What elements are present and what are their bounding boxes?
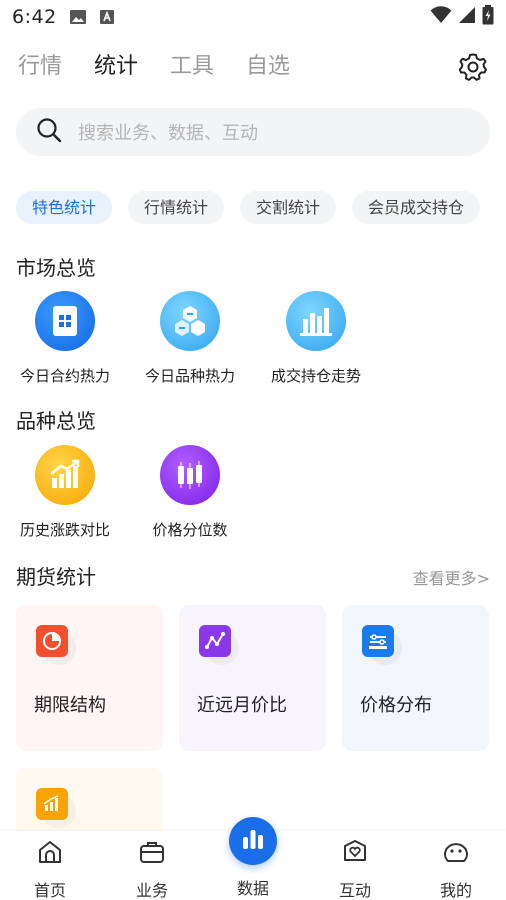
nav-home-label: 首页 xyxy=(33,881,66,900)
volume-trend-icon xyxy=(286,291,346,351)
nav-home[interactable]: 首页 xyxy=(5,839,95,900)
bar-chart-card[interactable] xyxy=(16,768,163,831)
futures-stats-title: 期货统计 xyxy=(16,565,96,589)
top-tabs: 行情 统计 工具 自选 xyxy=(18,48,290,80)
gallery-notification-icon xyxy=(69,9,87,25)
history-compare-icon xyxy=(35,445,95,505)
month-ratio-label: 近远月价比 xyxy=(197,695,287,716)
tab-statistics[interactable]: 统计 xyxy=(94,48,138,80)
price-percentile-item[interactable]: 价格分位数 xyxy=(125,445,255,540)
month-ratio-icon xyxy=(199,625,231,657)
history-compare-label: 历史涨跌对比 xyxy=(19,521,110,539)
search-bar[interactable]: 搜索业务、数据、互动 xyxy=(16,108,490,156)
price-percentile-label: 价格分位数 xyxy=(152,521,228,539)
term-structure-card[interactable]: 期限结构 xyxy=(16,605,163,751)
nav-interact-label: 互动 xyxy=(338,881,371,900)
nav-data-button[interactable] xyxy=(229,817,277,865)
variety-heat-icon xyxy=(160,291,220,351)
chip-delivery-stats[interactable]: 交割统计 xyxy=(240,191,337,224)
tab-watchlist[interactable]: 自选 xyxy=(246,48,290,80)
home-icon xyxy=(37,841,63,869)
status-bar: 6:42 xyxy=(0,0,506,34)
status-time: 6:42 xyxy=(12,6,57,28)
price-percentile-icon xyxy=(160,445,220,505)
nav-mine-label: 我的 xyxy=(439,881,472,900)
nav-data-label: 数据 xyxy=(236,879,269,898)
wifi-icon xyxy=(430,6,452,28)
contract-heat-item[interactable]: 今日合约热力 xyxy=(0,291,130,386)
heart-shield-icon xyxy=(342,840,368,869)
briefcase-icon xyxy=(139,842,165,869)
view-more-link[interactable]: 查看更多> xyxy=(413,565,490,589)
battery-icon xyxy=(482,5,494,29)
nav-data-label-wrap[interactable]: 数据 xyxy=(208,875,298,899)
history-compare-item[interactable]: 历史涨跌对比 xyxy=(0,445,130,540)
market-overview-title: 市场总览 xyxy=(16,256,96,280)
price-distribution-icon xyxy=(362,625,394,657)
contract-heat-label: 今日合约热力 xyxy=(19,367,110,385)
nav-business[interactable]: 业务 xyxy=(107,839,197,900)
month-ratio-card[interactable]: 近远月价比 xyxy=(179,605,326,751)
bottom-nav: 首页 业务 数据 互动 我的 xyxy=(0,817,506,900)
price-distribution-label: 价格分布 xyxy=(360,695,432,716)
term-structure-label: 期限结构 xyxy=(34,695,106,716)
nav-interact[interactable]: 互动 xyxy=(310,839,400,900)
volume-trend-item[interactable]: 成交持仓走势 xyxy=(251,291,381,386)
tab-tools[interactable]: 工具 xyxy=(170,48,214,80)
status-right xyxy=(430,5,494,29)
tab-market[interactable]: 行情 xyxy=(18,48,62,80)
data-chart-icon xyxy=(240,827,266,855)
variety-heat-item[interactable]: 今日品种热力 xyxy=(125,291,255,386)
variety-overview-title: 品种总览 xyxy=(16,409,96,433)
chip-featured-stats[interactable]: 特色统计 xyxy=(16,191,113,224)
signal-icon xyxy=(458,6,476,28)
bar-chart-icon xyxy=(36,788,68,820)
contract-heat-icon xyxy=(35,291,95,351)
chip-member-positions[interactable]: 会员成交持仓 xyxy=(352,191,481,224)
price-distribution-card[interactable]: 价格分布 xyxy=(342,605,489,751)
category-chips: 特色统计 行情统计 交割统计 会员成交持仓 xyxy=(16,191,481,224)
app-notification-icon xyxy=(99,9,115,25)
search-icon xyxy=(36,117,62,147)
term-structure-icon xyxy=(36,625,68,657)
nav-business-label: 业务 xyxy=(135,881,168,900)
nav-mine[interactable]: 我的 xyxy=(411,839,501,900)
profile-face-icon xyxy=(442,843,470,869)
volume-trend-label: 成交持仓走势 xyxy=(270,367,361,385)
variety-heat-label: 今日品种热力 xyxy=(144,367,235,385)
search-placeholder: 搜索业务、数据、互动 xyxy=(78,123,258,144)
chip-market-stats[interactable]: 行情统计 xyxy=(128,191,225,224)
settings-gear-icon[interactable] xyxy=(458,52,488,82)
